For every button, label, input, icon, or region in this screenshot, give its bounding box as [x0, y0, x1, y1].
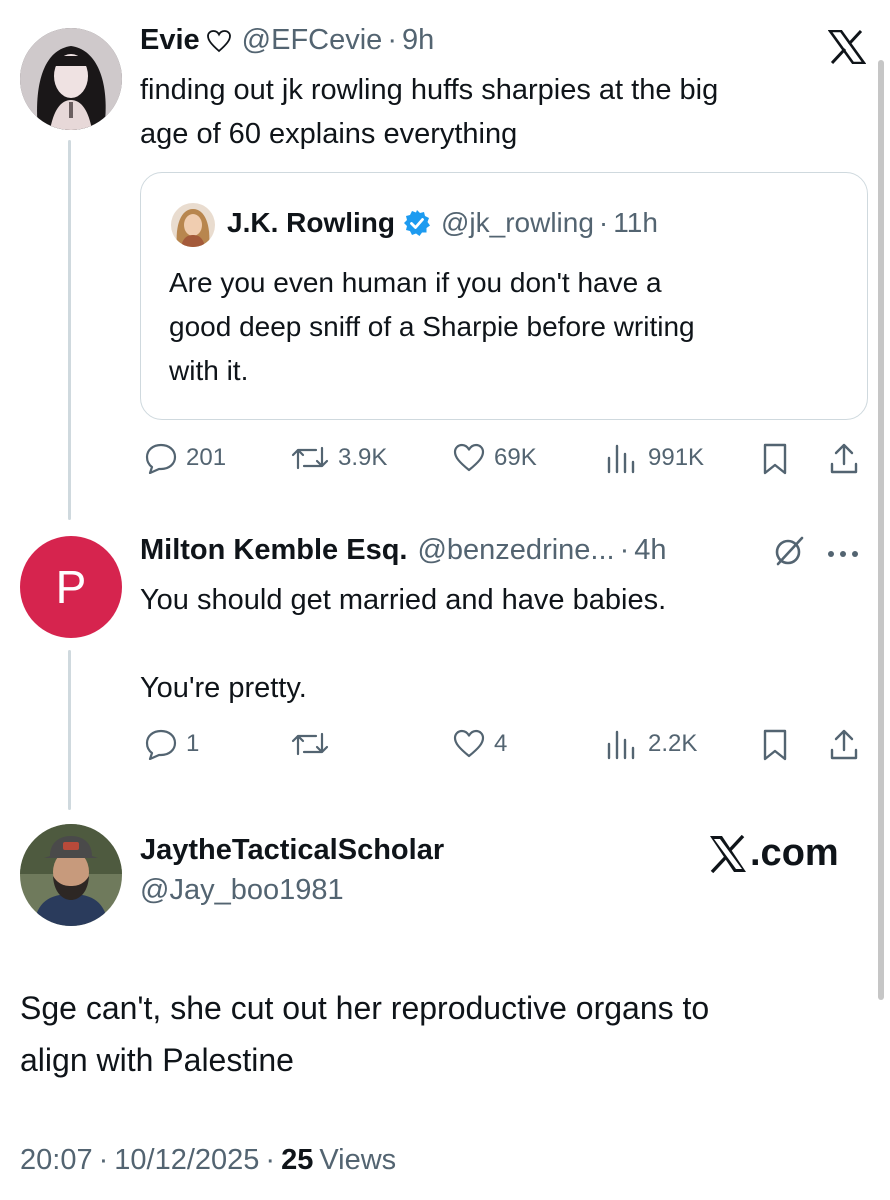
- quoted-tweet-header: J.K. Rowling @jk_rowling · 11h: [227, 207, 658, 239]
- tweet-header: Evie @EFCevie · 9h: [140, 24, 434, 57]
- tweet-header: Milton Kemble Esq. @benzedrine... · 4h: [140, 534, 667, 567]
- tweet-date[interactable]: 10/12/2025: [114, 1144, 259, 1177]
- views-button[interactable]: 991K: [604, 442, 704, 474]
- verified-badge-icon: [403, 209, 431, 237]
- separator-dot: ·: [619, 534, 630, 566]
- tweet-text-line: You should get married and have babies.: [140, 584, 667, 616]
- like-button[interactable]: 4: [452, 728, 507, 760]
- xcom-watermark: .com: [708, 832, 839, 875]
- avatar[interactable]: [20, 824, 122, 926]
- repost-count: 3.9K: [338, 444, 388, 471]
- quoted-timestamp: 11h: [613, 207, 658, 238]
- more-options-icon[interactable]: [826, 546, 860, 564]
- tweet-timestamp[interactable]: 9h: [402, 24, 434, 57]
- avatar-photo: [20, 824, 122, 926]
- outline-heart-icon: [206, 29, 232, 53]
- reply-icon: [145, 443, 177, 474]
- tweet-text-line: You're pretty.: [140, 672, 307, 704]
- share-button[interactable]: [828, 442, 860, 476]
- share-icon: [830, 443, 858, 474]
- bookmark-button[interactable]: [760, 728, 790, 762]
- quoted-tweet-text: Are you even human if you don't have a g…: [169, 261, 859, 393]
- quoted-text-line: Are you even human if you don't have a: [169, 267, 662, 298]
- tweet-text-line: Sge can't, she cut out her reproductive …: [20, 990, 710, 1026]
- quoted-text-line: good deep sniff of a Sharpie before writ…: [169, 311, 695, 342]
- like-count: 69K: [494, 444, 537, 471]
- bookmark-button[interactable]: [760, 442, 790, 476]
- x-logo-icon[interactable]: [827, 29, 867, 69]
- tweet-actions: 1 4 2.2K: [140, 726, 870, 766]
- like-icon: [453, 729, 485, 758]
- views-icon: [607, 444, 635, 474]
- reply-count: 1: [186, 730, 200, 757]
- share-button[interactable]: [828, 728, 860, 762]
- quoted-avatar: [171, 203, 215, 247]
- views-count: 25: [281, 1144, 314, 1176]
- quoted-text-line: with it.: [169, 355, 249, 386]
- scrollbar[interactable]: [878, 60, 884, 1000]
- user-handle[interactable]: @EFCevie: [242, 24, 383, 57]
- focused-tweet-text: Sge can't, she cut out her reproductive …: [20, 982, 870, 1086]
- views-count: 991K: [648, 444, 705, 471]
- repost-icon: [291, 732, 329, 756]
- avatar[interactable]: [20, 28, 122, 130]
- tweet-metadata: 20:07 · 10/12/2025 · 25 Views: [20, 1144, 396, 1177]
- views-icon: [607, 730, 635, 760]
- x-logo-icon: [710, 834, 746, 873]
- display-name[interactable]: Milton Kemble Esq.: [140, 534, 407, 567]
- bookmark-icon: [763, 443, 787, 475]
- tweet-text: finding out jk rowling huffs sharpies at…: [140, 68, 860, 156]
- thread-connector-line: [68, 140, 71, 520]
- display-name[interactable]: Evie: [140, 24, 200, 57]
- separator-dot: ·: [387, 24, 397, 56]
- quoted-display-name: J.K. Rowling: [227, 207, 395, 238]
- reply-button[interactable]: 201: [144, 442, 226, 474]
- tweet-text-line: finding out jk rowling huffs sharpies at…: [140, 74, 719, 106]
- separator-dot: ·: [98, 1144, 109, 1176]
- reply-button[interactable]: 1: [144, 728, 199, 760]
- tweet-text-line: age of 60 explains everything: [140, 118, 518, 150]
- tweet-text-line: align with Palestine: [20, 1042, 294, 1078]
- user-handle[interactable]: @Jay_boo1981: [140, 874, 344, 907]
- separator-dot: ·: [265, 1144, 276, 1176]
- watermark-text: .com: [750, 832, 839, 874]
- thread-connector-line: [68, 650, 71, 810]
- user-handle[interactable]: @benzedrine...: [417, 534, 614, 567]
- like-icon: [453, 443, 485, 472]
- reply-icon: [145, 729, 177, 760]
- grok-icon[interactable]: [772, 534, 806, 573]
- tweet-time[interactable]: 20:07: [20, 1144, 93, 1177]
- quoted-tweet-card[interactable]: J.K. Rowling @jk_rowling · 11h Are you e…: [140, 172, 868, 420]
- separator-dot: ·: [598, 207, 609, 238]
- tweet-text: You should get married and have babies.: [140, 578, 860, 622]
- tweet-timestamp[interactable]: 4h: [634, 534, 666, 567]
- repost-button[interactable]: [290, 728, 330, 760]
- repost-icon: [291, 446, 329, 470]
- tweet-text: You're pretty.: [140, 666, 860, 710]
- avatar[interactable]: P: [20, 536, 122, 638]
- views-count: 2.2K: [648, 730, 698, 757]
- reply-count: 201: [186, 444, 227, 471]
- bookmark-icon: [763, 729, 787, 761]
- share-icon: [830, 729, 858, 760]
- tweet-actions: 201 3.9K 69K 991K: [140, 440, 870, 480]
- quoted-user-handle: @jk_rowling: [441, 207, 594, 238]
- like-count: 4: [494, 730, 508, 757]
- views-label: Views: [319, 1144, 397, 1176]
- avatar-photo: [20, 28, 122, 130]
- like-button[interactable]: 69K: [452, 442, 537, 474]
- avatar-letter: P: [55, 561, 87, 613]
- repost-button[interactable]: 3.9K: [290, 442, 387, 474]
- views-button[interactable]: 2.2K: [604, 728, 697, 760]
- display-name[interactable]: JaytheTacticalScholar: [140, 834, 444, 867]
